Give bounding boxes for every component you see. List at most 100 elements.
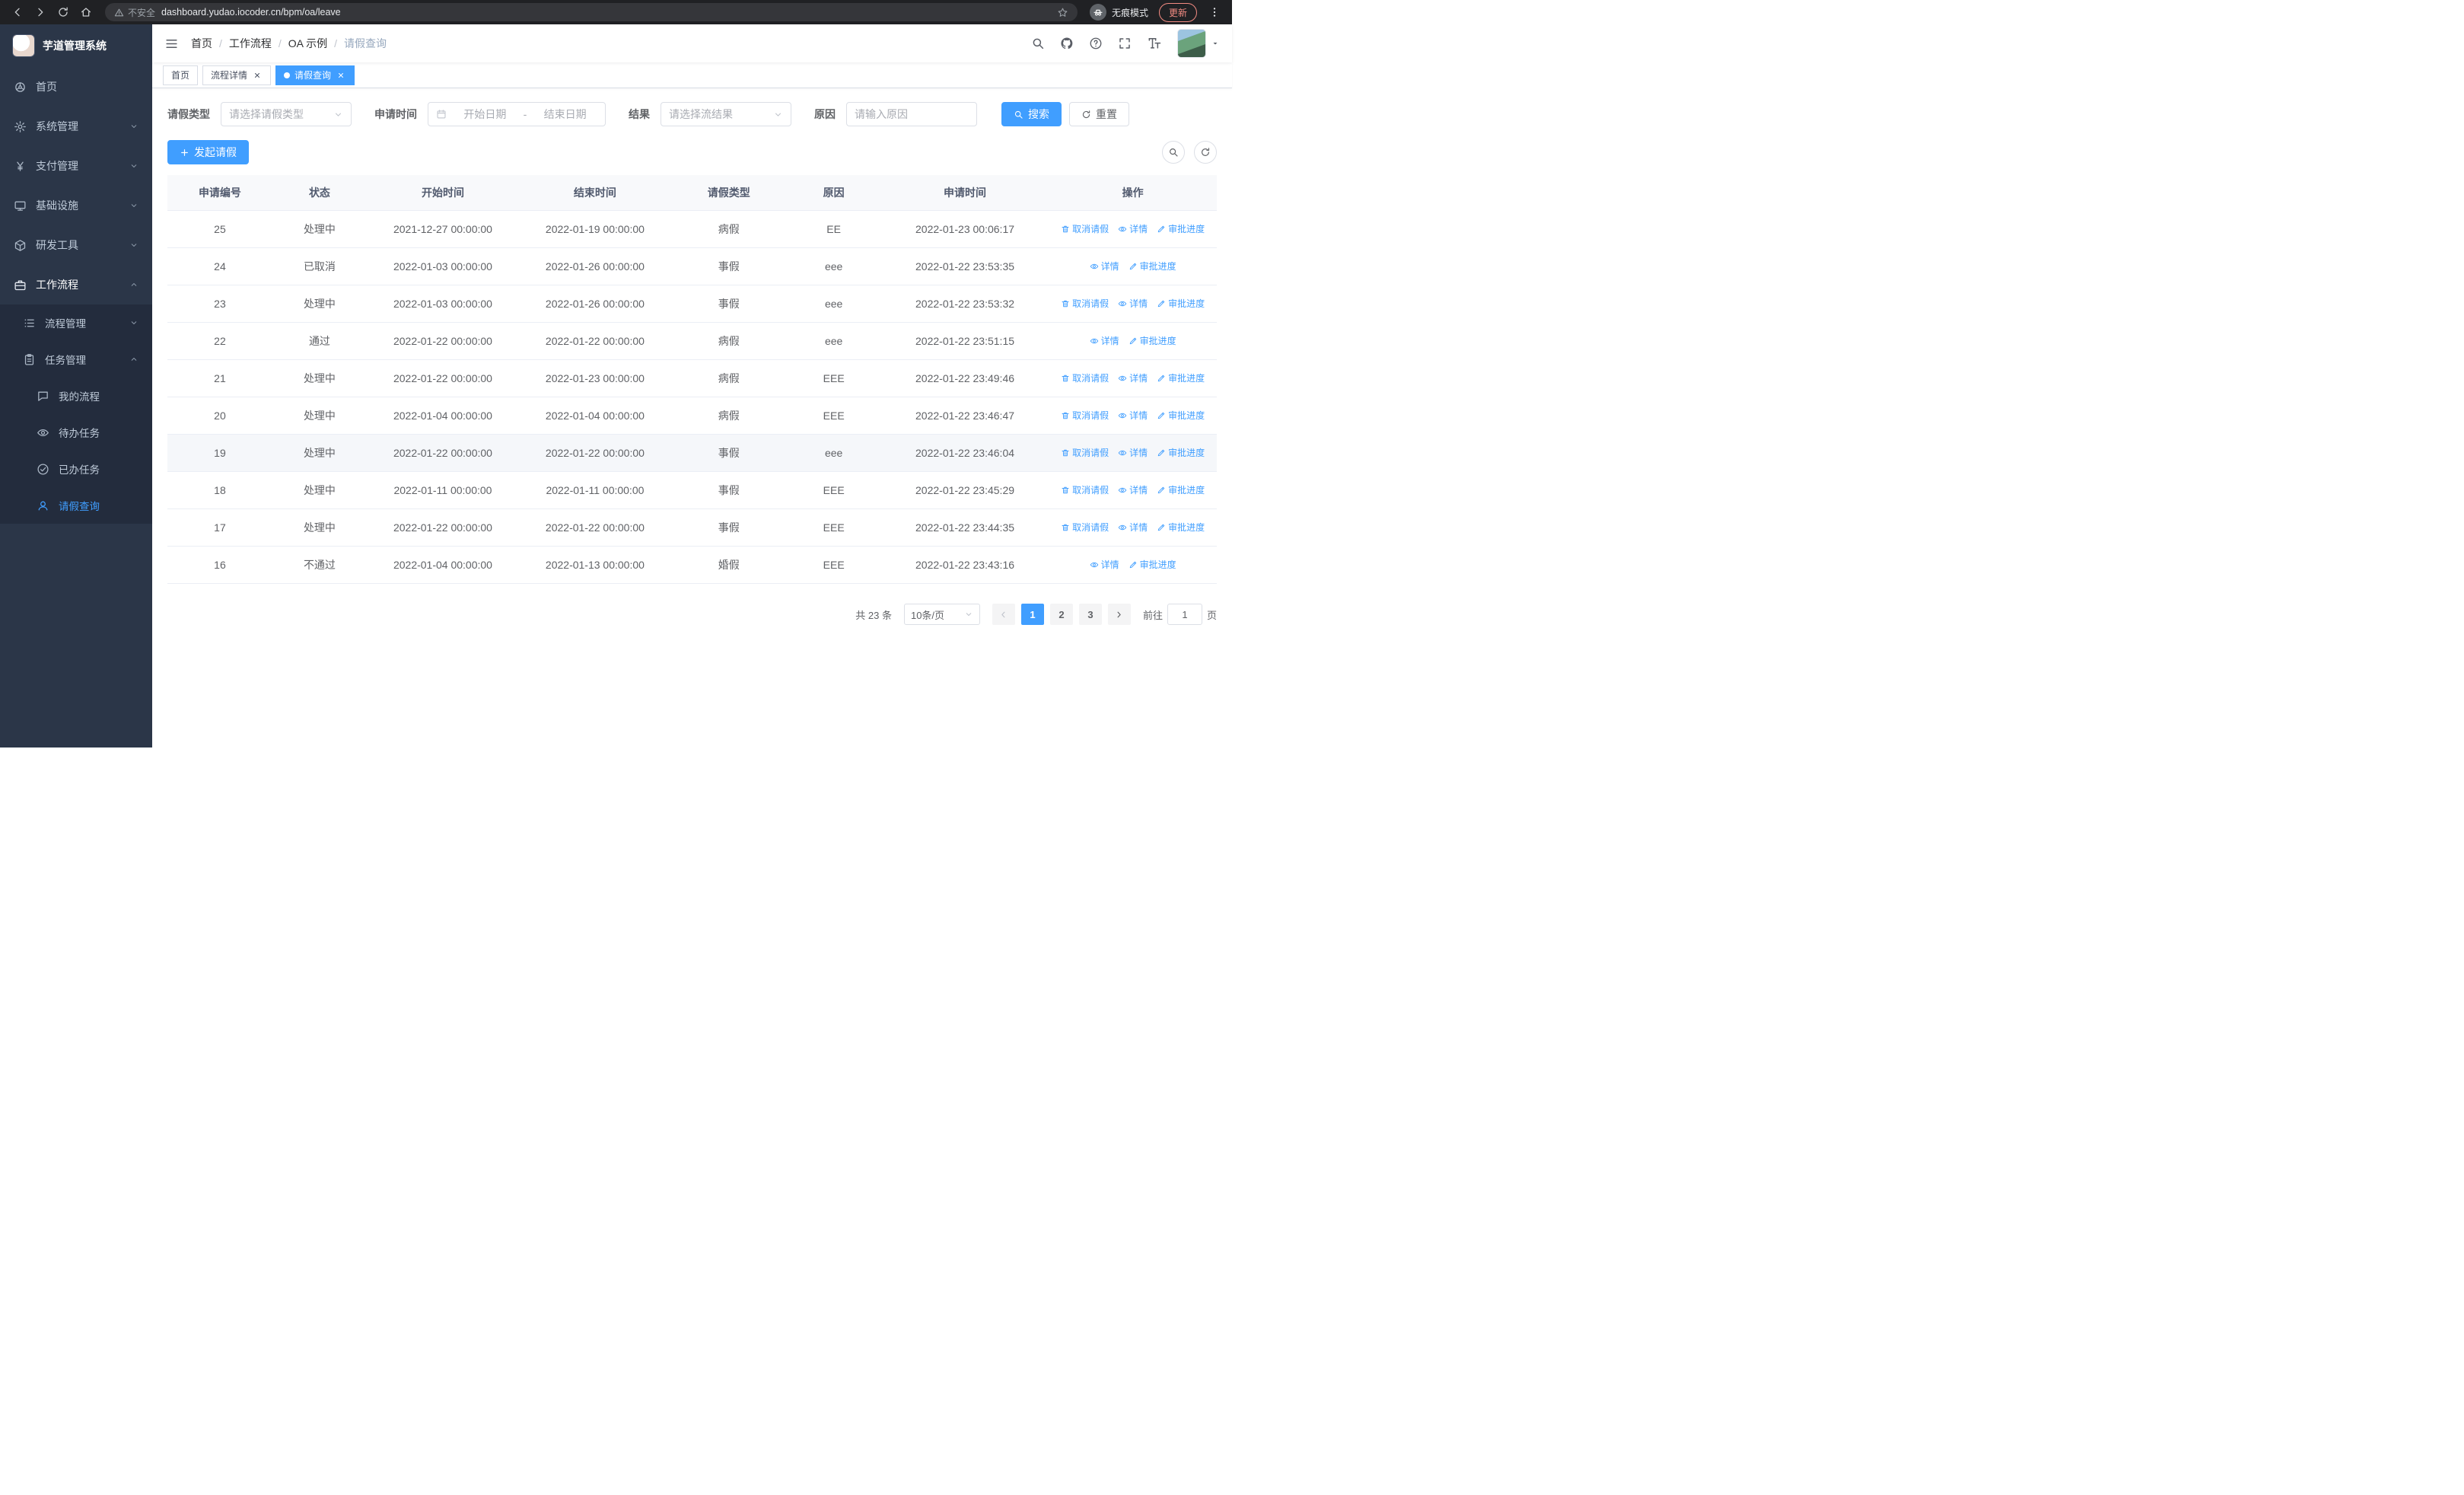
security-indicator[interactable]: 不安全	[114, 6, 155, 19]
reset-button[interactable]: 重置	[1069, 102, 1129, 126]
detail-link[interactable]: 详情	[1118, 409, 1148, 422]
warning-icon	[114, 8, 124, 18]
tab-process-detail[interactable]: 流程详情	[202, 65, 272, 85]
tab-home[interactable]: 首页	[163, 65, 199, 85]
next-page-button[interactable]	[1107, 604, 1131, 625]
detail-link[interactable]: 详情	[1118, 222, 1148, 235]
sidebar-item-payment[interactable]: 支付管理	[0, 146, 152, 186]
create-leave-button[interactable]: 发起请假	[167, 140, 249, 164]
sidebar-item-label: 待办任务	[59, 428, 100, 439]
approval-progress-link[interactable]: 审批进度	[1129, 260, 1176, 273]
bookmark-star-icon[interactable]	[1057, 7, 1068, 18]
fullscreen-icon	[1118, 37, 1132, 50]
detail-link[interactable]: 详情	[1118, 521, 1148, 534]
search-button[interactable]: 搜索	[1001, 102, 1062, 126]
cell-start-time: 2022-01-22 00:00:00	[367, 434, 519, 472]
detail-link[interactable]: 详情	[1118, 371, 1148, 384]
cell-end-time: 2022-01-22 00:00:00	[518, 434, 671, 472]
browser-update-button[interactable]: 更新	[1158, 2, 1197, 22]
browser-home-button[interactable]	[76, 2, 96, 22]
progress-icon	[1157, 448, 1166, 457]
refresh-table-button[interactable]	[1194, 141, 1217, 164]
sidebar-item-my-process[interactable]: 我的流程	[0, 378, 152, 414]
browser-reload-button[interactable]	[53, 2, 73, 22]
sidebar-item-infra[interactable]: 基础设施	[0, 186, 152, 225]
cell-actions: 详情 审批进度	[1049, 247, 1217, 285]
cancel-leave-link[interactable]: 取消请假	[1061, 483, 1109, 496]
detail-link[interactable]: 详情	[1118, 483, 1148, 496]
cancel-leave-link[interactable]: 取消请假	[1061, 297, 1109, 310]
reason-input[interactable]	[846, 102, 977, 126]
toggle-search-button[interactable]	[1162, 141, 1185, 164]
page-1-button[interactable]: 1	[1020, 604, 1044, 625]
browser-back-button[interactable]	[8, 2, 27, 22]
cancel-leave-link[interactable]: 取消请假	[1061, 409, 1109, 422]
cell-apply-id: 24	[167, 247, 272, 285]
main-area: 首页 / 工作流程 / OA 示例 / 请假查询 首页 流程详情 请假查询 请假类型	[152, 24, 1232, 748]
cancel-leave-link[interactable]: 取消请假	[1061, 521, 1109, 534]
result-select[interactable]: 请选择流结果	[661, 102, 791, 126]
fullscreen-button[interactable]	[1118, 37, 1132, 50]
sidebar-item-done-tasks[interactable]: 已办任务	[0, 451, 152, 487]
close-icon	[253, 72, 261, 79]
cell-start-time: 2022-01-04 00:00:00	[367, 397, 519, 435]
detail-link[interactable]: 详情	[1118, 446, 1148, 459]
header-search-button[interactable]	[1031, 37, 1045, 50]
sidebar-item-workflow[interactable]: 工作流程	[0, 265, 152, 304]
cancel-leave-link[interactable]: 取消请假	[1061, 371, 1109, 384]
prev-page-button[interactable]	[992, 604, 1015, 625]
sidebar-item-leave-query[interactable]: 请假查询	[0, 487, 152, 524]
approval-progress-link[interactable]: 审批进度	[1157, 446, 1205, 459]
action-label: 详情	[1129, 373, 1148, 384]
sidebar-item-home[interactable]: 首页	[0, 67, 152, 107]
sidebar-item-system[interactable]: 系统管理	[0, 107, 152, 146]
app-logo[interactable]: 芋道管理系统	[0, 24, 152, 67]
detail-link[interactable]: 详情	[1090, 260, 1119, 273]
tab-leave-query[interactable]: 请假查询	[275, 65, 355, 85]
font-size-button[interactable]	[1147, 36, 1162, 51]
help-button[interactable]	[1089, 37, 1103, 50]
sidebar-collapse-button[interactable]	[164, 37, 179, 51]
approval-progress-link[interactable]: 审批进度	[1157, 297, 1205, 310]
browser-menu-button[interactable]	[1205, 2, 1224, 22]
page-size-select[interactable]: 10条/页	[903, 604, 980, 625]
approval-progress-link[interactable]: 审批进度	[1157, 483, 1205, 496]
create-leave-label: 发起请假	[194, 146, 237, 158]
date-range-picker[interactable]: 开始日期 - 结束日期	[428, 102, 606, 126]
cell-apply-time: 2022-01-23 00:06:17	[880, 210, 1049, 248]
breadcrumb-item[interactable]: 请假查询	[344, 36, 387, 51]
detail-link[interactable]: 详情	[1090, 334, 1119, 347]
breadcrumb-item[interactable]: 首页	[191, 36, 212, 51]
detail-link[interactable]: 详情	[1118, 297, 1148, 310]
breadcrumb-item[interactable]: 工作流程	[229, 36, 272, 51]
approval-progress-link[interactable]: 审批进度	[1157, 521, 1205, 534]
approval-progress-link[interactable]: 审批进度	[1157, 222, 1205, 235]
sidebar-item-process-mgmt[interactable]: 流程管理	[0, 304, 152, 341]
spy-icon	[1093, 7, 1103, 18]
breadcrumb: 首页 / 工作流程 / OA 示例 / 请假查询	[191, 36, 387, 51]
breadcrumb-item[interactable]: OA 示例	[288, 36, 327, 51]
user-menu[interactable]	[1177, 29, 1220, 58]
tab-close-button[interactable]	[252, 70, 263, 81]
approval-progress-link[interactable]: 审批进度	[1129, 558, 1176, 571]
approval-progress-link[interactable]: 审批进度	[1157, 371, 1205, 384]
cancel-leave-link[interactable]: 取消请假	[1061, 446, 1109, 459]
approval-progress-link[interactable]: 审批进度	[1157, 409, 1205, 422]
sidebar-item-task-mgmt[interactable]: 任务管理	[0, 341, 152, 378]
detail-link[interactable]: 详情	[1090, 558, 1119, 571]
tab-close-button[interactable]	[336, 70, 346, 81]
cell-leave-type: 病假	[670, 322, 787, 360]
approval-progress-link[interactable]: 审批进度	[1129, 334, 1176, 347]
browser-forward-button[interactable]	[30, 2, 50, 22]
goto-page-input[interactable]	[1167, 604, 1202, 625]
sidebar-item-todo-tasks[interactable]: 待办任务	[0, 414, 152, 451]
leave-type-select[interactable]: 请选择请假类型	[221, 102, 352, 126]
page-2-button[interactable]: 2	[1049, 604, 1073, 625]
page-3-button[interactable]: 3	[1078, 604, 1102, 625]
action-label: 审批进度	[1168, 485, 1205, 496]
cancel-leave-link[interactable]: 取消请假	[1061, 222, 1109, 235]
browser-address-bar[interactable]: 不安全 dashboard.yudao.iocoder.cn/bpm/oa/le…	[105, 3, 1078, 21]
cell-actions: 详情 审批进度	[1049, 322, 1217, 360]
sidebar-item-devtools[interactable]: 研发工具	[0, 225, 152, 265]
github-link[interactable]	[1060, 37, 1074, 50]
